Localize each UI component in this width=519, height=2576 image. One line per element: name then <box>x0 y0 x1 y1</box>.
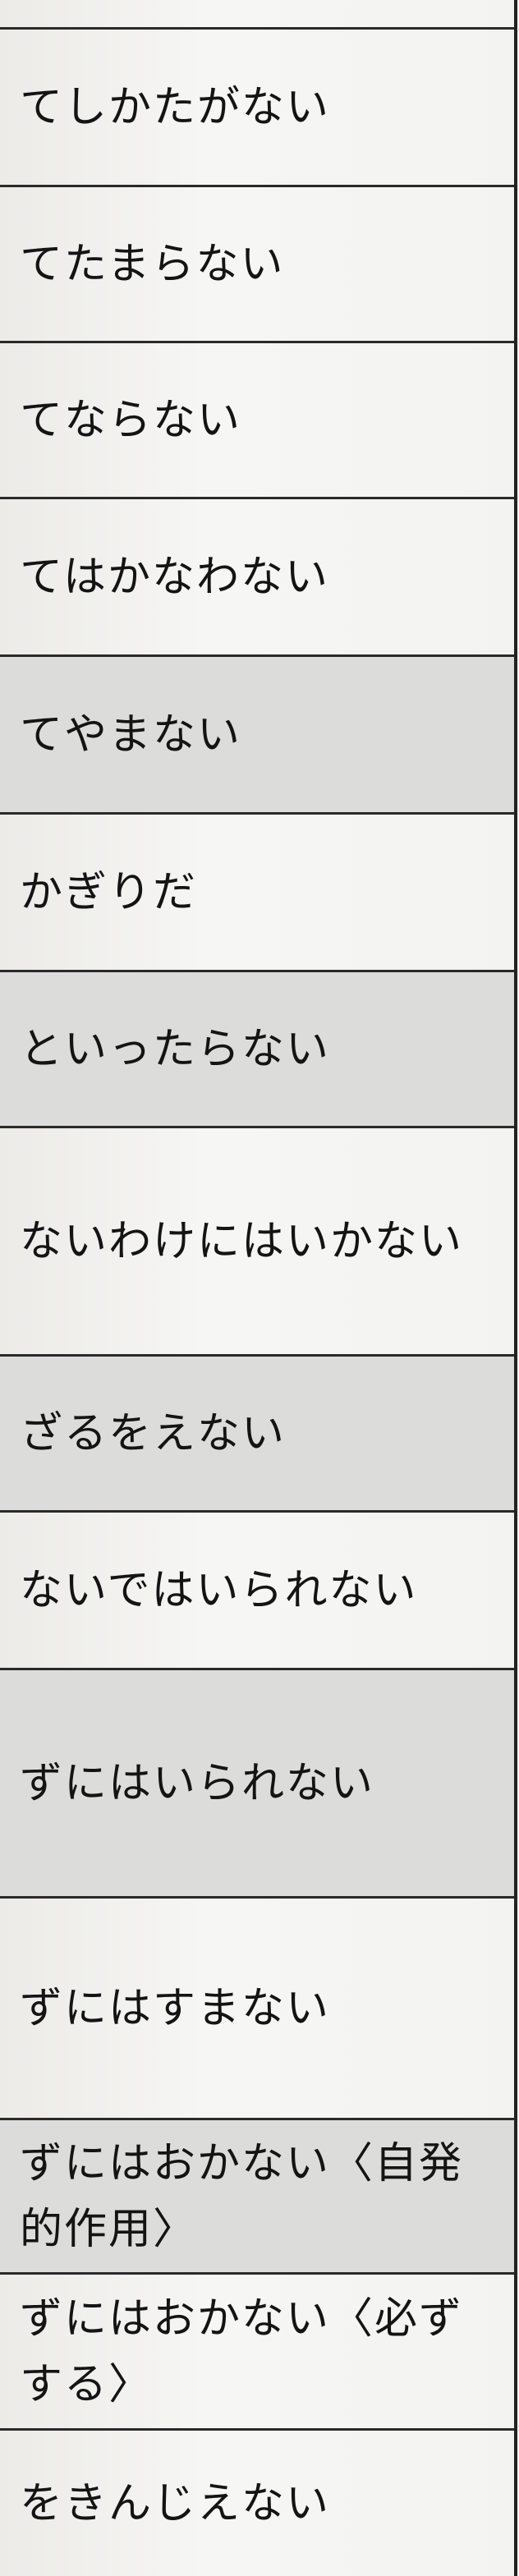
row-label: ずにはいられない <box>20 1758 375 1808</box>
table-row: ずにはすまない <box>0 1899 514 2120</box>
row-label: かぎりだ <box>20 867 198 917</box>
table-row: てしかたがない <box>0 30 514 187</box>
row-label: ないではいられない <box>20 1565 418 1615</box>
table-row: ずにはおかない〈自発的作用〉 <box>0 2120 514 2275</box>
table-top-stub <box>0 0 514 30</box>
table-row: てやまない <box>0 657 514 815</box>
table-row: ざるをえない <box>0 1357 514 1513</box>
row-label: といったらない <box>20 1024 331 1074</box>
row-label: ないわけにはいかない <box>20 1216 464 1266</box>
row-label: てやまない <box>20 709 242 760</box>
row-label: ずにはおかない〈必ずする〉 <box>20 2294 464 2409</box>
row-label: ざるをえない <box>20 1408 287 1458</box>
row-label: てしかたがない <box>20 82 331 132</box>
table-row: かぎりだ <box>0 815 514 972</box>
table-row: といったらない <box>0 972 514 1128</box>
row-label: をきんじえない <box>20 2478 331 2528</box>
expression-table: てしかたがない てたまらない てならない てはかなわない てやまない かぎりだ … <box>0 0 514 2576</box>
row-label: てはかなわない <box>20 552 329 602</box>
table-row: ずにはいられない <box>0 1670 514 1899</box>
row-label: てたまらない <box>20 239 285 289</box>
row-label: ずにはすまない <box>20 1983 331 2033</box>
document-page: てしかたがない てたまらない てならない てはかなわない てやまない かぎりだ … <box>0 0 519 2576</box>
table-row: てはかなわない <box>0 499 514 657</box>
row-label: ずにはおかない〈自発的作用〉 <box>20 2138 464 2254</box>
table-row: をきんじえない <box>0 2431 514 2576</box>
row-label: てならない <box>20 395 242 445</box>
table-row: てたまらない <box>0 187 514 343</box>
table-row: ないではいられない <box>0 1513 514 1670</box>
table-row: ないわけにはいかない <box>0 1128 514 1357</box>
table-right-border <box>514 0 517 2576</box>
table-row: てならない <box>0 343 514 499</box>
table-row: ずにはおかない〈必ずする〉 <box>0 2275 514 2431</box>
